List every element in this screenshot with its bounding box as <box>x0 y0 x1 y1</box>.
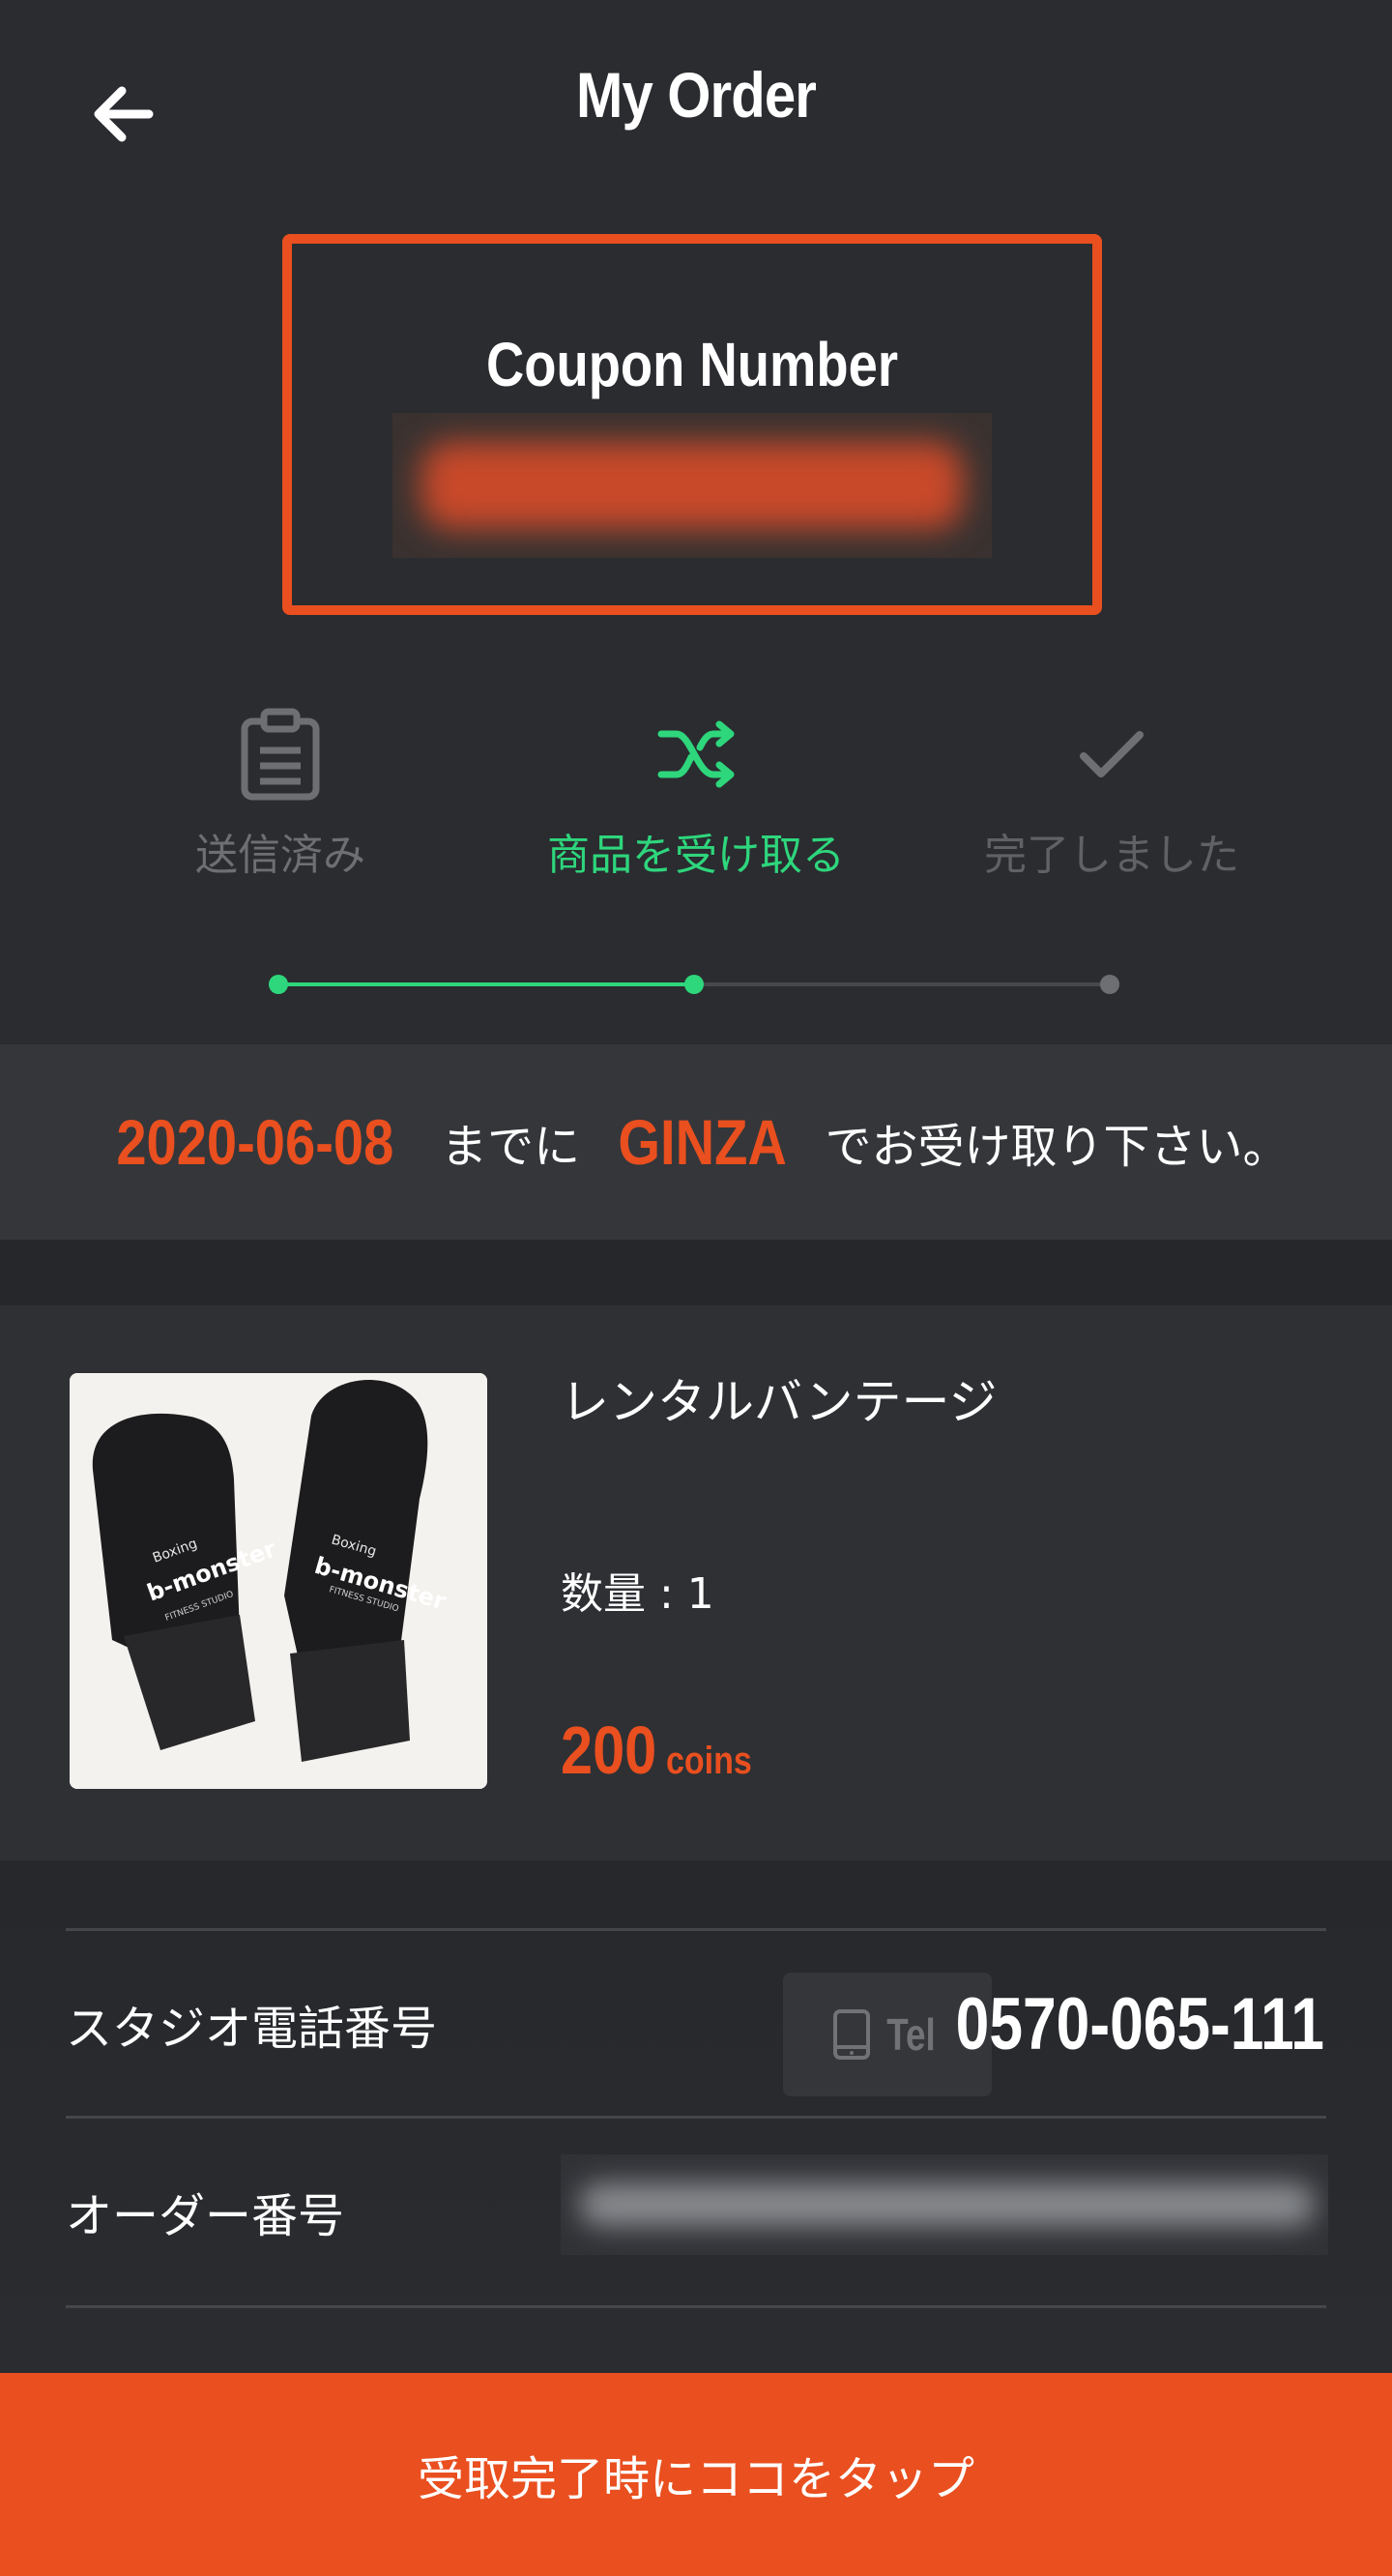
section-divider <box>0 1240 1392 1305</box>
divider <box>66 2116 1326 2119</box>
progress-track-pending <box>694 982 1110 986</box>
product-quantity: 数量 : 1 <box>561 1569 714 1619</box>
divider <box>66 2305 1326 2308</box>
product-price: 200 coins <box>561 1712 768 1789</box>
product-name: レンタルバンテージ <box>561 1374 998 1430</box>
order-number-label: オーダー番号 <box>66 2189 345 2243</box>
phone-icon <box>833 2009 871 2060</box>
product-image: Boxing b-monster FITNESS STUDIO Boxing b… <box>70 1373 487 1789</box>
price-value: 200 <box>561 1712 657 1788</box>
product-card: Boxing b-monster FITNESS STUDIO Boxing b… <box>0 1305 1392 1860</box>
clipboard-icon <box>72 706 488 803</box>
step-sent: 送信済み <box>72 706 488 882</box>
coupon-box: Coupon Number <box>282 234 1102 615</box>
coupon-code-redacted <box>392 413 992 558</box>
step-label: 送信済み <box>195 831 365 880</box>
check-icon <box>904 706 1320 803</box>
tel-button-label: Tel <box>886 2009 937 2060</box>
notice-text-2: でお受け取り下さい。 <box>825 1120 1290 1174</box>
shuffle-icon <box>488 706 904 803</box>
progress-dot-3 <box>1100 975 1119 994</box>
progress-dot-2 <box>684 975 704 994</box>
pickup-date: 2020-06-08 <box>115 1106 393 1178</box>
order-number-redacted <box>561 2154 1328 2255</box>
step-label: 完了しました <box>984 831 1239 880</box>
header: My Order <box>0 0 1392 222</box>
progress-track-done <box>278 982 694 986</box>
step-label: 商品を受け取る <box>547 831 845 880</box>
coupon-label: Coupon Number <box>485 330 899 399</box>
pickup-location: GINZA <box>618 1106 788 1178</box>
price-unit: coins <box>666 1740 753 1782</box>
studio-phone-number[interactable]: 0570-065-111 <box>956 1982 1324 2066</box>
notice-text-1: までに <box>441 1120 581 1174</box>
page-title: My Order <box>576 59 817 131</box>
receive-complete-button[interactable]: 受取完了時にココをタップ <box>0 2373 1392 2576</box>
divider <box>66 1928 1326 1931</box>
studio-phone-label: スタジオ電話番号 <box>66 2002 438 2056</box>
progress-dot-1 <box>269 975 288 994</box>
step-receive: 商品を受け取る <box>488 706 904 882</box>
pickup-notice: 2020-06-08 までに GINZA でお受け取り下さい。 <box>0 1044 1392 1240</box>
step-complete: 完了しました <box>904 706 1320 882</box>
